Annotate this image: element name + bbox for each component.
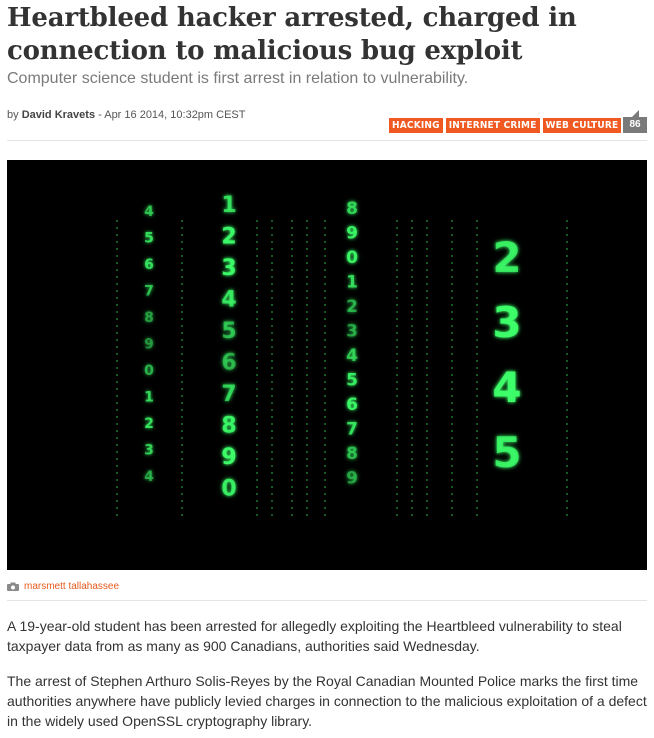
matrix-digit: 3 bbox=[144, 443, 154, 459]
matrix-digit: 2 bbox=[346, 297, 358, 317]
hero-image: 4567890123412345678908901234567892345 45… bbox=[7, 160, 647, 570]
tag-list: HACKING INTERNET CRIME WEB CULTURE bbox=[389, 118, 622, 133]
matrix-digit: 5 bbox=[492, 428, 521, 477]
matrix-digit: 2 bbox=[221, 225, 236, 250]
image-credit-link[interactable]: marsmett tallahassee bbox=[24, 581, 119, 592]
matrix-digit: 9 bbox=[346, 469, 358, 489]
matrix-digit: 1 bbox=[144, 390, 154, 406]
comment-count-button[interactable]: 86 bbox=[623, 110, 647, 133]
matrix-digit: 9 bbox=[221, 445, 236, 470]
matrix-digit: 4 bbox=[221, 288, 236, 313]
divider bbox=[7, 140, 647, 141]
author-link[interactable]: David Kravets bbox=[22, 109, 95, 121]
matrix-digit: 0 bbox=[346, 248, 358, 268]
camera-icon bbox=[7, 582, 19, 591]
tag-internet-crime[interactable]: INTERNET CRIME bbox=[445, 118, 540, 133]
matrix-digit: 1 bbox=[221, 193, 236, 218]
matrix-digit: 9 bbox=[346, 224, 358, 244]
matrix-digit: 7 bbox=[221, 382, 236, 407]
matrix-digits-image: 4567890123412345678908901234567892345 45… bbox=[7, 160, 647, 570]
matrix-digit: 4 bbox=[144, 204, 154, 220]
matrix-digit: 4 bbox=[346, 346, 358, 366]
tag-web-culture[interactable]: WEB CULTURE bbox=[542, 118, 622, 133]
matrix-digit: 5 bbox=[346, 371, 358, 391]
matrix-digit: 3 bbox=[221, 256, 236, 281]
matrix-digit: 4 bbox=[144, 469, 154, 485]
byline: by David Kravets - Apr 16 2014, 10:32pm … bbox=[7, 109, 245, 121]
comment-count: 86 bbox=[623, 117, 647, 133]
matrix-digit: 7 bbox=[144, 284, 154, 300]
article-paragraph: A 19-year-old student has been arrested … bbox=[7, 618, 622, 654]
divider bbox=[7, 600, 647, 601]
matrix-digit: 1 bbox=[346, 273, 358, 293]
matrix-digit: 8 bbox=[144, 310, 154, 326]
matrix-digit: 3 bbox=[492, 298, 521, 347]
matrix-digit: 5 bbox=[144, 231, 154, 247]
comment-bubble-icon bbox=[632, 110, 639, 117]
matrix-digit: 6 bbox=[346, 395, 358, 415]
headline: Heartbleed hacker arrested, charged in c… bbox=[7, 3, 577, 66]
matrix-digit: 2 bbox=[492, 233, 521, 282]
matrix-digit: 2 bbox=[144, 416, 154, 432]
matrix-digit: 5 bbox=[221, 319, 236, 344]
matrix-digit: 6 bbox=[221, 351, 236, 376]
matrix-digit: 0 bbox=[144, 363, 154, 379]
image-credit: marsmett tallahassee bbox=[7, 581, 119, 592]
matrix-digit: 0 bbox=[221, 477, 236, 502]
matrix-digit: 9 bbox=[144, 337, 154, 353]
subheadline: Computer science student is first arrest… bbox=[7, 70, 469, 87]
matrix-digit: 4 bbox=[492, 363, 521, 412]
matrix-digit: 8 bbox=[221, 414, 236, 439]
matrix-digit: 8 bbox=[346, 444, 358, 464]
matrix-digit: 7 bbox=[346, 420, 358, 440]
matrix-digit: 6 bbox=[144, 257, 154, 273]
article-paragraph: The arrest of Stephen Arthuro Solis-Reye… bbox=[7, 673, 647, 729]
matrix-digit: 3 bbox=[346, 322, 358, 342]
article-page: Heartbleed hacker arrested, charged in c… bbox=[0, 0, 654, 738]
byline-prefix: by bbox=[7, 109, 22, 121]
publish-date: - Apr 16 2014, 10:32pm CEST bbox=[95, 109, 246, 121]
tag-hacking[interactable]: HACKING bbox=[389, 118, 443, 133]
matrix-digit: 8 bbox=[346, 199, 358, 219]
